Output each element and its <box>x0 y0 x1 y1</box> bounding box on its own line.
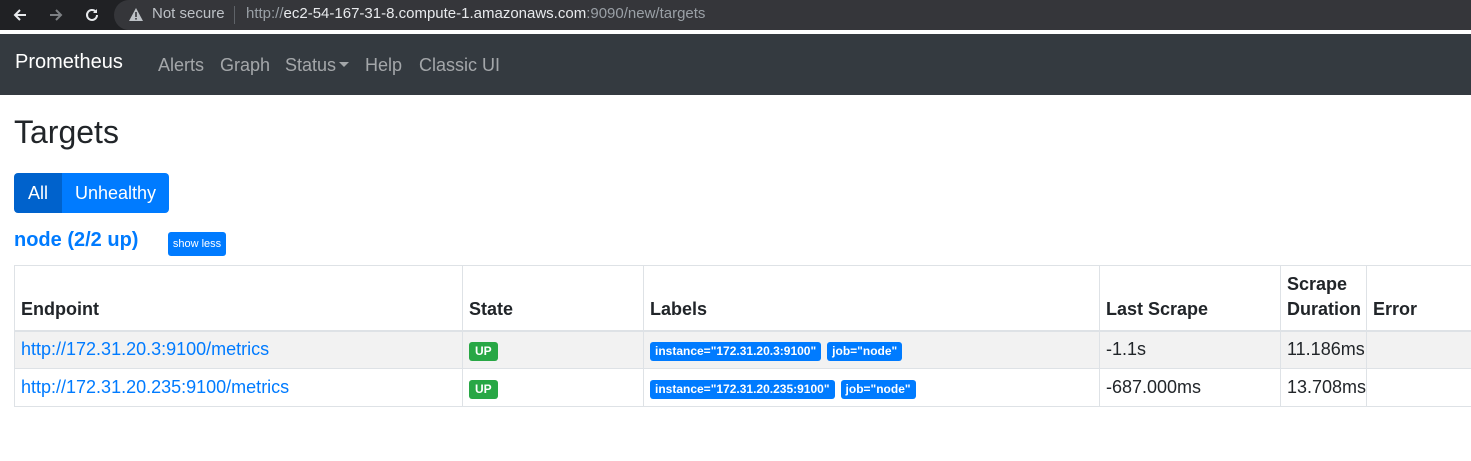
endpoint-cell: http://172.31.20.3:9100/metrics <box>14 330 463 369</box>
table-row: http://172.31.20.3:9100/metrics UP insta… <box>14 330 1471 369</box>
table-header-row: Endpoint State Labels Last Scrape Scrape… <box>14 265 1471 332</box>
show-less-button[interactable]: show less <box>168 232 226 256</box>
page-title: Targets <box>14 114 119 150</box>
url-host: ec2-54-167-31-8.compute-1.amazonaws.com <box>283 5 587 22</box>
warning-triangle-icon[interactable] <box>128 7 144 27</box>
scrape-duration-cell: 11.186ms <box>1280 330 1367 369</box>
browser-toolbar: Not secure http://ec2-54-167-31-8.comput… <box>0 0 1471 30</box>
url-text[interactable]: http://ec2-54-167-31-8.compute-1.amazona… <box>246 5 705 22</box>
last-scrape-cell: -687.000ms <box>1099 368 1281 407</box>
brand-logo-text[interactable]: Prometheus <box>15 51 123 74</box>
nav-graph[interactable]: Graph <box>220 55 270 76</box>
label-badge-job: job="node" <box>840 379 916 399</box>
column-header-state: State <box>462 265 644 332</box>
column-header-error: Error <box>1366 265 1471 332</box>
state-badge: UP <box>469 341 498 361</box>
scrape-duration-cell: 13.708ms <box>1280 368 1367 407</box>
pool-title-link[interactable]: node (2/2 up) <box>14 229 138 252</box>
error-cell <box>1366 368 1471 407</box>
url-separator <box>234 6 235 24</box>
label-badge-instance: instance="172.31.20.235:9100" <box>650 379 835 399</box>
table-row: http://172.31.20.235:9100/metrics UP ins… <box>14 368 1471 407</box>
label-badge-job: job="node" <box>827 341 903 361</box>
top-navbar: Prometheus Alerts Graph Status Help Clas… <box>0 34 1471 95</box>
endpoint-link[interactable]: http://172.31.20.235:9100/metrics <box>21 377 289 397</box>
not-secure-label[interactable]: Not secure <box>152 5 225 22</box>
label-badge-instance: instance="172.31.20.3:9100" <box>650 341 822 361</box>
nav-status-label: Status <box>285 55 337 75</box>
labels-cell: instance="172.31.20.3:9100" job="node" <box>643 330 1100 369</box>
state-cell: UP <box>462 368 644 407</box>
nav-status-dropdown[interactable]: Status <box>285 55 350 76</box>
column-header-labels: Labels <box>643 265 1100 332</box>
filter-button-group: All Unhealthy <box>14 173 169 213</box>
endpoint-link[interactable]: http://172.31.20.3:9100/metrics <box>21 339 269 359</box>
address-bar[interactable]: Not secure http://ec2-54-167-31-8.comput… <box>114 0 1471 30</box>
targets-table: Endpoint State Labels Last Scrape Scrape… <box>14 265 1471 407</box>
error-cell <box>1366 330 1471 369</box>
url-path: :9090/new/targets <box>586 5 706 22</box>
nav-help[interactable]: Help <box>365 55 402 76</box>
nav-alerts[interactable]: Alerts <box>158 55 204 76</box>
nav-classic-ui[interactable]: Classic UI <box>419 55 500 76</box>
state-cell: UP <box>462 330 644 369</box>
labels-cell: instance="172.31.20.235:9100" job="node" <box>643 368 1100 407</box>
endpoint-cell: http://172.31.20.235:9100/metrics <box>14 368 463 407</box>
caret-down-icon <box>339 62 350 67</box>
url-prefix: http:// <box>246 5 284 22</box>
forward-arrow-icon[interactable] <box>45 4 67 26</box>
filter-all-button[interactable]: All <box>14 173 62 213</box>
filter-unhealthy-button[interactable]: Unhealthy <box>62 173 169 213</box>
column-header-last-scrape: Last Scrape <box>1099 265 1281 332</box>
column-header-endpoint: Endpoint <box>14 265 463 332</box>
back-arrow-icon[interactable] <box>9 4 31 26</box>
reload-icon[interactable] <box>81 4 103 26</box>
column-header-scrape-duration: Scrape Duration <box>1280 265 1367 332</box>
state-badge: UP <box>469 379 498 399</box>
last-scrape-cell: -1.1s <box>1099 330 1281 369</box>
